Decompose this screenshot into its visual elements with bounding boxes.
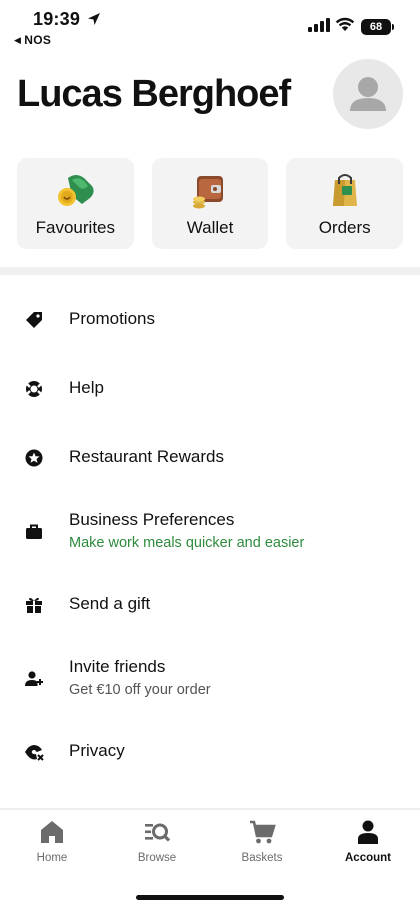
avatar[interactable] <box>333 59 403 129</box>
briefcase-icon <box>26 524 42 539</box>
tile-wallet[interactable]: Wallet <box>151 158 269 249</box>
wifi-icon <box>335 17 355 31</box>
gift-icon <box>26 597 42 613</box>
tile-wallet-label: Wallet <box>186 218 234 237</box>
nav-account-label: Account <box>345 852 391 864</box>
tile-orders[interactable]: Orders <box>286 158 404 249</box>
menu-item-send-gift[interactable]: Send a gift <box>0 578 420 632</box>
menu-item-help[interactable]: Help <box>0 362 420 416</box>
menu-item-subtitle: Make work meals quicker and easier <box>69 535 305 551</box>
back-triangle-icon: ◀ <box>14 35 22 45</box>
user-name: Lucas Berghoef <box>17 73 291 115</box>
nav-home[interactable]: Home <box>12 818 92 878</box>
tag-icon <box>26 312 42 328</box>
home-indicator <box>136 895 284 900</box>
battery-indicator: 68 <box>361 19 391 35</box>
back-app-label: NOS <box>24 33 52 47</box>
menu-item-privacy[interactable]: Privacy <box>0 725 420 779</box>
account-icon <box>358 820 378 844</box>
back-to-app-link[interactable]: ◀ NOS <box>14 33 51 47</box>
lifebuoy-icon <box>26 381 42 397</box>
cellular-signal-icon <box>308 18 330 32</box>
favourites-icon <box>58 175 94 206</box>
nav-baskets-label: Baskets <box>241 852 283 864</box>
nav-browse-label: Browse <box>137 852 177 864</box>
nav-browse[interactable]: Browse <box>117 818 197 878</box>
profile-placeholder-icon <box>350 77 386 111</box>
nav-home-label: Home <box>36 852 68 864</box>
battery-tip <box>392 24 394 30</box>
status-time: 19:39 <box>33 9 81 29</box>
browse-icon <box>145 823 171 842</box>
section-divider <box>0 267 420 275</box>
tile-favourites[interactable]: Favourites <box>17 158 134 249</box>
location-arrow-icon <box>88 13 100 25</box>
status-bar: 19:39 ◀ NOS 68 <box>0 0 420 50</box>
quick-actions: Favourites Wallet Orders <box>17 158 404 249</box>
menu-item-label: Business Preferences <box>69 510 235 529</box>
orders-icon <box>332 174 357 206</box>
menu-item-label: Send a gift <box>69 594 151 613</box>
menu-item-restaurant-rewards[interactable]: Restaurant Rewards <box>0 431 420 485</box>
menu-item-label: Promotions <box>69 309 155 328</box>
privacy-eye-icon <box>25 745 44 761</box>
menu-item-subtitle: Get €10 off your order <box>69 682 211 698</box>
home-icon <box>41 821 63 843</box>
menu-item-label: Help <box>69 378 104 397</box>
menu-item-label: Restaurant Rewards <box>69 447 224 466</box>
menu-item-promotions[interactable]: Promotions <box>0 293 420 347</box>
nav-account[interactable]: Account <box>328 818 408 878</box>
menu-item-business-preferences[interactable]: Business Preferences Make work meals qui… <box>0 500 420 566</box>
menu-item-invite-friends[interactable]: Invite friends Get €10 off your order <box>0 647 420 713</box>
wallet-icon <box>193 176 223 209</box>
nav-baskets[interactable]: Baskets <box>222 818 302 878</box>
tile-favourites-label: Favourites <box>35 218 116 237</box>
star-badge-icon <box>25 449 43 467</box>
tile-orders-label: Orders <box>318 218 371 237</box>
menu-item-label: Invite friends <box>69 657 166 676</box>
add-person-icon <box>25 671 43 686</box>
basket-icon <box>250 820 276 844</box>
menu-item-label: Privacy <box>69 741 125 760</box>
